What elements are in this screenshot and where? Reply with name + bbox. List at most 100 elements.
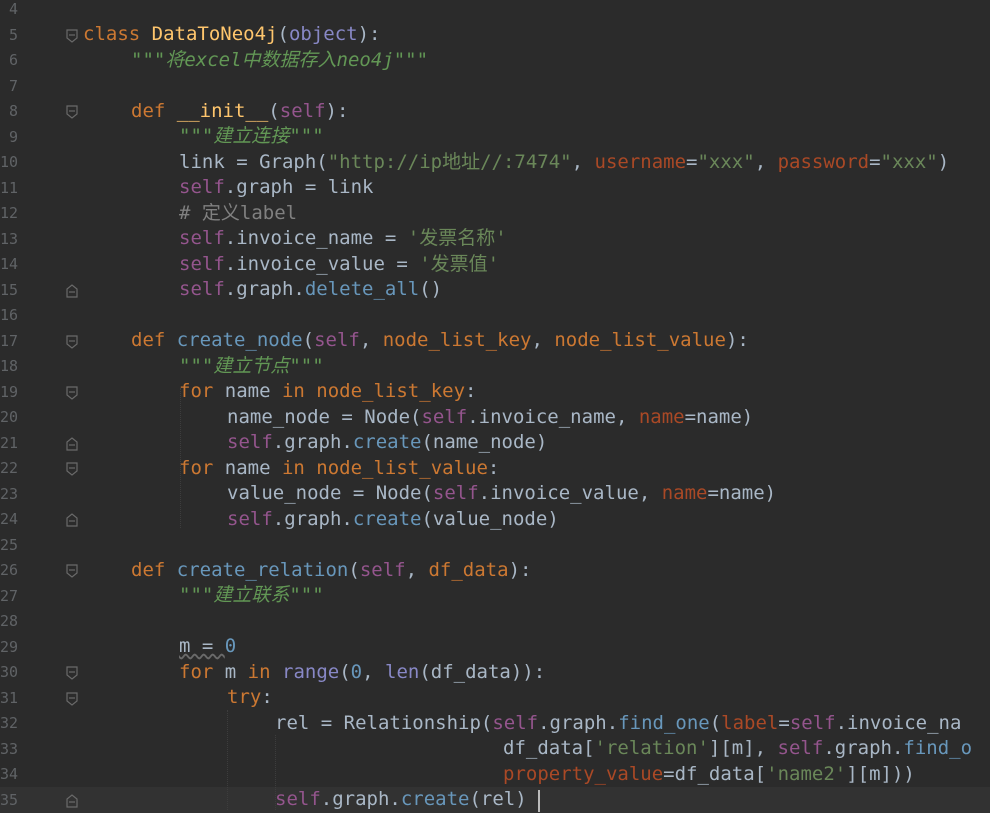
self-keyword: self xyxy=(789,712,836,734)
line-number: 9 xyxy=(8,127,18,146)
fold-open-icon[interactable] xyxy=(66,692,78,706)
string: '发票名称' xyxy=(407,227,507,249)
code-text: (value_node) xyxy=(421,508,559,530)
paren: ( xyxy=(277,23,289,45)
base-class: object xyxy=(288,23,358,45)
code-text: .graph. xyxy=(272,508,353,530)
fold-open-icon[interactable] xyxy=(66,462,78,476)
code-line-8[interactable]: def __init__(self): xyxy=(131,99,348,125)
line-number: 8 xyxy=(8,102,18,120)
paren: ( xyxy=(348,559,360,581)
method-call: find_one xyxy=(618,712,710,734)
code-line-13[interactable]: self.invoice_name = '发票名称' xyxy=(179,226,507,252)
indent-guide xyxy=(227,710,228,810)
self-keyword: self xyxy=(777,737,824,759)
self-keyword: self xyxy=(421,406,468,428)
code-text: .invoice_value = xyxy=(224,253,420,275)
fold-open-icon[interactable] xyxy=(66,335,78,349)
docstring: """建立节点""" xyxy=(179,355,324,377)
code-line-24[interactable]: self.graph.create(value_node) xyxy=(227,507,559,533)
code-line-26[interactable]: def create_relation(self, df_data): xyxy=(131,558,531,584)
code-line-15[interactable]: self.graph.delete_all() xyxy=(179,277,442,303)
code-line-30[interactable]: for m in range(0, len(df_data)): xyxy=(179,660,545,686)
code-text: ][m], xyxy=(708,737,778,759)
code-text: ][m])) xyxy=(846,763,915,785)
code-text: .graph. xyxy=(272,431,353,453)
code-line-21[interactable]: self.graph.create(name_node) xyxy=(227,430,547,456)
code-text: : xyxy=(261,686,273,708)
builtin: len xyxy=(385,661,420,683)
code-line-34[interactable]: property_value=df_data['name2'][m])) xyxy=(503,762,915,788)
string: 'relation' xyxy=(594,737,709,759)
code-text: value_node = Node( xyxy=(227,482,433,504)
fold-open-icon[interactable] xyxy=(66,386,78,400)
code-line-31[interactable]: try: xyxy=(227,685,273,711)
code-line-19[interactable]: for name in node_list_key: xyxy=(179,379,476,405)
paren: ): xyxy=(325,100,349,122)
fold-open-icon[interactable] xyxy=(66,666,78,680)
line-number: 5 xyxy=(8,25,18,44)
code-line-18[interactable]: """建立节点""" xyxy=(179,354,324,380)
line-number: 10 xyxy=(0,153,19,171)
line-number: 17 xyxy=(0,331,19,350)
fold-open-icon[interactable] xyxy=(66,564,78,578)
code-line-32[interactable]: rel = Relationship(self.graph.find_one(l… xyxy=(275,711,961,737)
code-line-12[interactable]: # 定义label xyxy=(179,201,297,227)
code-line-22[interactable]: for name in node_list_value: xyxy=(179,456,499,482)
code-editor[interactable]: 4 5 6 7 8 9 10 11 12 13 14 15 16 17 18 19 20 21 22 23 24 25 26… xyxy=(0,0,990,813)
code-text: m = xyxy=(179,635,225,657)
line-number: 28 xyxy=(0,612,19,630)
fold-close-icon[interactable] xyxy=(66,794,78,808)
line-number: 23 xyxy=(0,484,19,503)
param: node_list_value xyxy=(554,329,726,351)
code-line-27[interactable]: """建立联系""" xyxy=(179,583,324,609)
code-line-23[interactable]: value_node = Node(self.invoice_value, na… xyxy=(227,481,776,507)
code-line-14[interactable]: self.invoice_value = '发票值' xyxy=(179,252,499,278)
code-text: , xyxy=(531,329,555,351)
param: df_data xyxy=(428,559,509,581)
builtin: range xyxy=(282,661,340,683)
fold-open-icon[interactable] xyxy=(66,105,78,119)
code-text: (name_node) xyxy=(421,431,548,453)
code-line-29[interactable]: m = 0 xyxy=(179,634,236,660)
line-number: 26 xyxy=(0,561,19,579)
fold-close-icon[interactable] xyxy=(66,437,78,451)
paren: ( xyxy=(268,100,280,122)
fold-open-icon[interactable] xyxy=(66,29,78,43)
function-name: create_relation xyxy=(176,559,349,581)
docstring: """建立连接""" xyxy=(179,125,324,147)
code-line-5[interactable]: class DataToNeo4j(object): xyxy=(83,22,380,48)
line-number: 35 xyxy=(0,790,19,809)
code-text: : xyxy=(487,457,500,479)
line-number: 16 xyxy=(0,306,19,324)
code-line-9[interactable]: """建立连接""" xyxy=(179,124,324,150)
code-line-17[interactable]: def create_node(self, node_list_key, nod… xyxy=(131,328,749,354)
fold-close-icon[interactable] xyxy=(66,284,78,298)
fold-close-icon[interactable] xyxy=(66,513,78,527)
line-number: 13 xyxy=(0,229,19,248)
self-keyword: self xyxy=(432,482,479,504)
line-number: 27 xyxy=(0,586,19,605)
code-text: .graph. xyxy=(320,788,401,810)
self-keyword: self xyxy=(179,176,225,198)
code-line-6[interactable]: """将excel中数据存入neo4j""" xyxy=(131,48,428,74)
code-line-33[interactable]: df_data['relation'][m], self.graph.find_… xyxy=(503,736,972,762)
code-text: ( xyxy=(709,712,722,734)
kwarg: label xyxy=(721,712,779,734)
code-line-11[interactable]: self.graph = link xyxy=(179,175,373,201)
self-keyword: self xyxy=(227,508,273,530)
line-number: 6 xyxy=(8,51,18,69)
keyword: def xyxy=(131,559,166,581)
line-number: 20 xyxy=(0,408,19,426)
paren: ( xyxy=(302,329,315,351)
code-text: , xyxy=(405,559,429,581)
keyword: in xyxy=(281,457,305,479)
code-text: , xyxy=(754,151,778,173)
code-text: = xyxy=(707,482,719,504)
code-line-10[interactable]: link = Graph("http://ip地址//:7474", usern… xyxy=(179,150,949,176)
class-name: DataToNeo4j xyxy=(151,23,278,45)
code-line-20[interactable]: name_node = Node(self.invoice_name, name… xyxy=(227,405,753,431)
code-text: , xyxy=(571,151,595,173)
code-line-35[interactable]: self.graph.create(rel) xyxy=(275,787,527,813)
